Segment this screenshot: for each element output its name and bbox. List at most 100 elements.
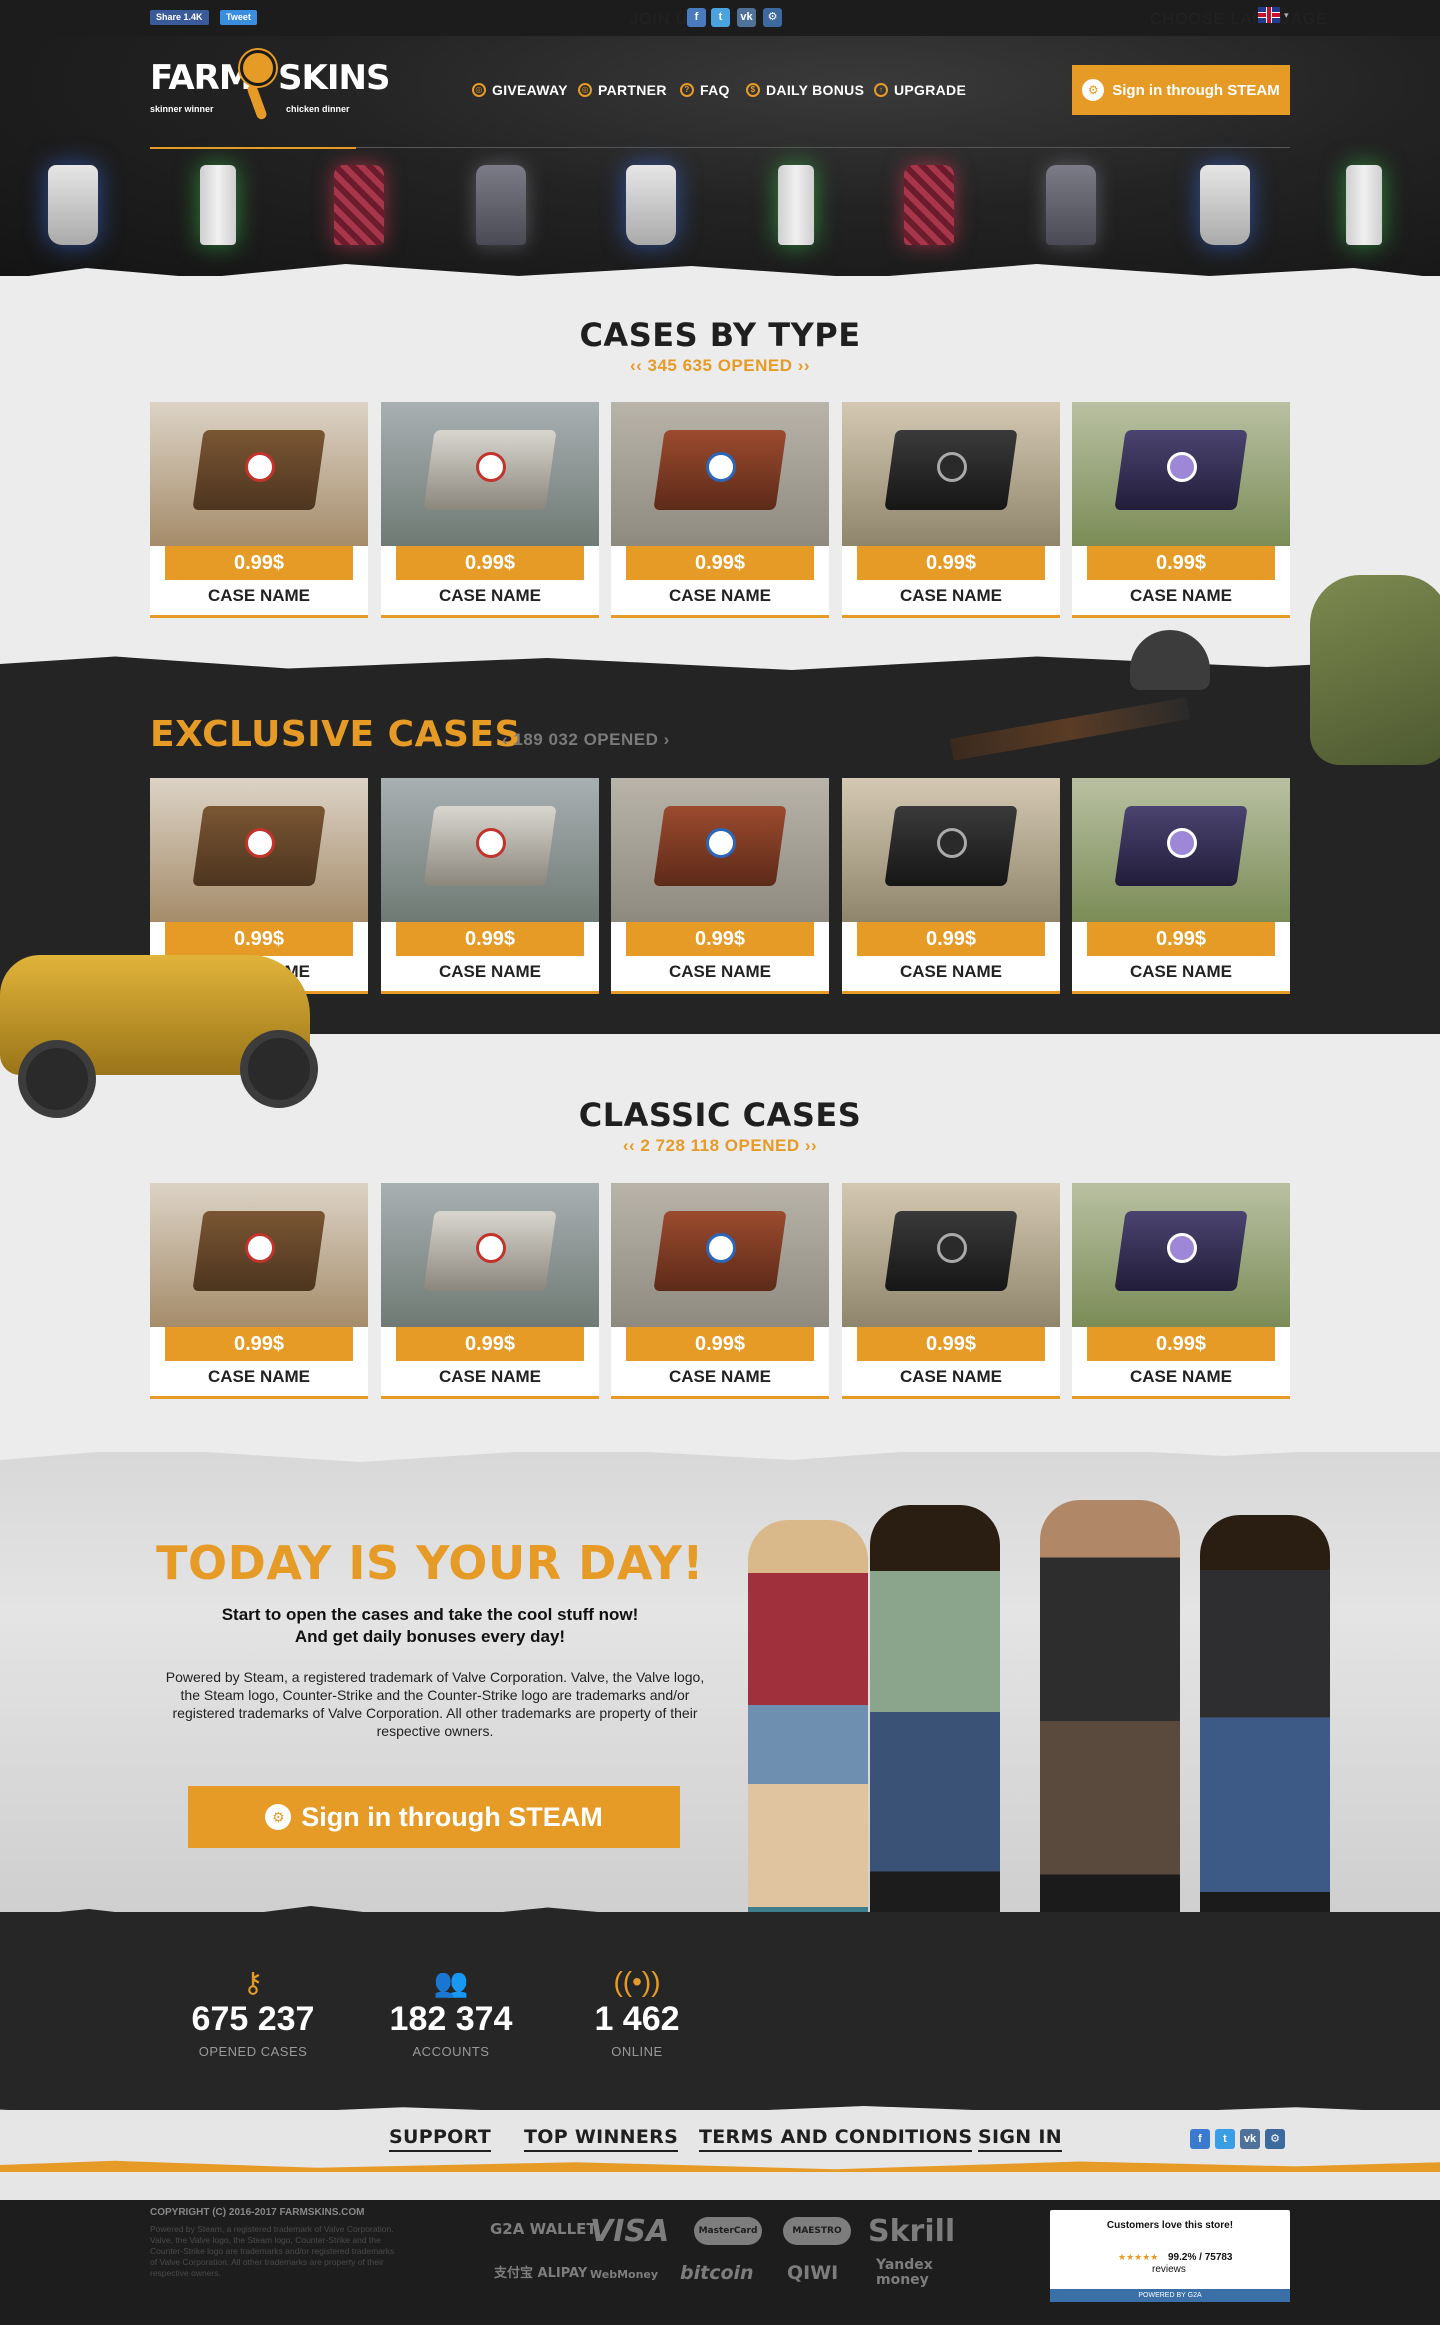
review-score: 99.2% / 75783: [1168, 2252, 1233, 2263]
item-pants[interactable]: [778, 165, 814, 245]
case-emblem-icon: [1167, 828, 1197, 858]
case-card[interactable]: 0.99$ CASE NAME: [842, 402, 1060, 618]
sign-in-steam-button[interactable]: ⚙ Sign in through STEAM: [1072, 65, 1290, 115]
case-name: CASE NAME: [1129, 962, 1232, 981]
item-jacket[interactable]: [476, 165, 526, 245]
tweet-button[interactable]: Tweet: [220, 10, 257, 25]
nav-daily-bonus[interactable]: $ DAILY BONUS: [746, 80, 864, 100]
vk-icon[interactable]: vk: [737, 8, 756, 27]
case-name: CASE NAME: [899, 586, 1002, 605]
facebook-share-button[interactable]: Share 1.4K: [150, 10, 209, 25]
frying-pan-icon: [240, 50, 276, 86]
case-emblem-icon: [476, 828, 506, 858]
section-title-by-type: CASES BY TYPE: [579, 316, 861, 354]
character-4-image: [1200, 1515, 1330, 1975]
case-name: CASE NAME: [668, 586, 771, 605]
maestro-logo: MAESTRO: [783, 2217, 851, 2245]
item-shirt[interactable]: [334, 165, 384, 245]
twitter-icon[interactable]: t: [711, 8, 730, 27]
case-card[interactable]: 0.99$ CASE NAME: [381, 402, 599, 618]
skrill-logo: Skrill: [868, 2214, 956, 2249]
opened-count: 2 728 118 OPENED: [640, 1136, 800, 1155]
case-card[interactable]: 0.99$ CASE NAME: [1072, 778, 1290, 994]
item-jacket[interactable]: [1046, 165, 1096, 245]
case-emblem-icon: [245, 1233, 275, 1263]
case-emblem-icon: [245, 828, 275, 858]
footer-link-top-winners[interactable]: TOP WINNERS: [524, 2126, 679, 2152]
stat-opened-value: 675 237: [191, 2000, 315, 2038]
facebook-icon[interactable]: f: [1190, 2129, 1210, 2149]
sign-in-steam-big-button[interactable]: ⚙ Sign in through STEAM: [188, 1786, 680, 1848]
case-card[interactable]: 0.99$ CASE NAME: [381, 778, 599, 994]
yandex-money-logo: Yandex money: [876, 2257, 933, 2288]
case-name: CASE NAME: [438, 962, 541, 981]
case-card[interactable]: 0.99$ CASE NAME: [611, 402, 829, 618]
steam-icon[interactable]: ⚙: [763, 8, 782, 27]
opened-counter: ‹ 189 032 OPENED ›: [502, 730, 670, 749]
stat-online-value: 1 462: [594, 2000, 680, 2038]
promo-subtitle: Start to open the cases and take the coo…: [150, 1604, 710, 1648]
nav-label: FAQ: [700, 82, 730, 98]
case-emblem-icon: [245, 452, 275, 482]
case-card[interactable]: 0.99$ CASE NAME: [842, 778, 1060, 994]
case-emblem-icon: [937, 452, 967, 482]
case-price: 0.99$: [165, 1327, 353, 1361]
webmoney-logo: WebMoney: [590, 2268, 659, 2281]
case-card[interactable]: 0.99$ CASE NAME: [1072, 402, 1290, 618]
buggy-wheel: [18, 1040, 96, 1118]
alipay-logo: 支付宝 ALIPAY: [494, 2266, 588, 2281]
case-card[interactable]: 0.99$ CASE NAME: [611, 778, 829, 994]
facebook-icon[interactable]: f: [687, 8, 706, 27]
section-title-exclusive: EXCLUSIVE CASES: [150, 714, 521, 755]
copyright: COPYRIGHT (C) 2016-2017 FARMSKINS.COM: [150, 2207, 365, 2218]
case-card[interactable]: 0.99$ CASE NAME: [150, 402, 368, 618]
nav-label: PARTNER: [598, 82, 667, 98]
logo-skins[interactable]: SKINS: [278, 58, 390, 98]
stat-accounts-label: ACCOUNTS: [412, 2044, 490, 2059]
stat-opened-label: OPENED CASES: [198, 2044, 308, 2059]
footer-link-sign-in[interactable]: SIGN IN: [978, 2126, 1062, 2152]
case-emblem-icon: [1167, 452, 1197, 482]
item-pants[interactable]: [1346, 165, 1382, 245]
item-pants[interactable]: [200, 165, 236, 245]
case-price: 0.99$: [1087, 546, 1275, 580]
chevron-down-icon[interactable]: ▾: [1284, 10, 1289, 21]
case-emblem-icon: [476, 1233, 506, 1263]
footer-link-terms[interactable]: TERMS AND CONDITIONS: [699, 2126, 973, 2152]
case-card[interactable]: 0.99$ CASE NAME: [611, 1183, 829, 1399]
item-boots[interactable]: [48, 165, 98, 245]
review-title: Customers love this store!: [1106, 2220, 1234, 2231]
footer-link-support[interactable]: SUPPORT: [389, 2126, 491, 2152]
case-card[interactable]: 0.99$ CASE NAME: [842, 1183, 1060, 1399]
case-price: 0.99$: [857, 546, 1045, 580]
arrow-up-icon: ↑: [874, 83, 888, 97]
bitcoin-logo: bitcoin: [680, 2262, 754, 2284]
item-shirt[interactable]: [904, 165, 954, 245]
item-boots[interactable]: [626, 165, 676, 245]
twitter-icon[interactable]: t: [1215, 2129, 1235, 2149]
case-name: CASE NAME: [1129, 1367, 1232, 1386]
vk-icon[interactable]: vk: [1240, 2129, 1260, 2149]
nav-faq[interactable]: ? FAQ: [680, 80, 730, 100]
case-price: 0.99$: [1087, 922, 1275, 956]
nav-upgrade[interactable]: ↑ UPGRADE: [874, 80, 966, 100]
logo-underline: [150, 147, 356, 149]
header-divider: [356, 147, 1290, 148]
logo-farm[interactable]: FARM: [150, 58, 253, 98]
users-icon: 👥: [433, 1967, 469, 1998]
nav-partner[interactable]: ◎ PARTNER: [578, 80, 667, 100]
helmet-image: [1130, 630, 1210, 690]
uk-flag-icon[interactable]: [1258, 7, 1280, 23]
item-boots[interactable]: [1200, 165, 1250, 245]
backpack-image: [1310, 575, 1440, 765]
case-name: CASE NAME: [899, 962, 1002, 981]
buggy-wheel: [240, 1030, 318, 1108]
case-card[interactable]: 0.99$ CASE NAME: [381, 1183, 599, 1399]
steam-icon[interactable]: ⚙: [1265, 2129, 1285, 2149]
opened-counter: ‹‹ 2 728 118 OPENED ››: [622, 1136, 818, 1155]
case-card[interactable]: 0.99$ CASE NAME: [150, 1183, 368, 1399]
nav-label: GIVEAWAY: [492, 82, 568, 98]
nav-label: UPGRADE: [894, 82, 967, 98]
nav-giveaway[interactable]: ◎ GIVEAWAY: [472, 80, 568, 100]
case-card[interactable]: 0.99$ CASE NAME: [1072, 1183, 1290, 1399]
